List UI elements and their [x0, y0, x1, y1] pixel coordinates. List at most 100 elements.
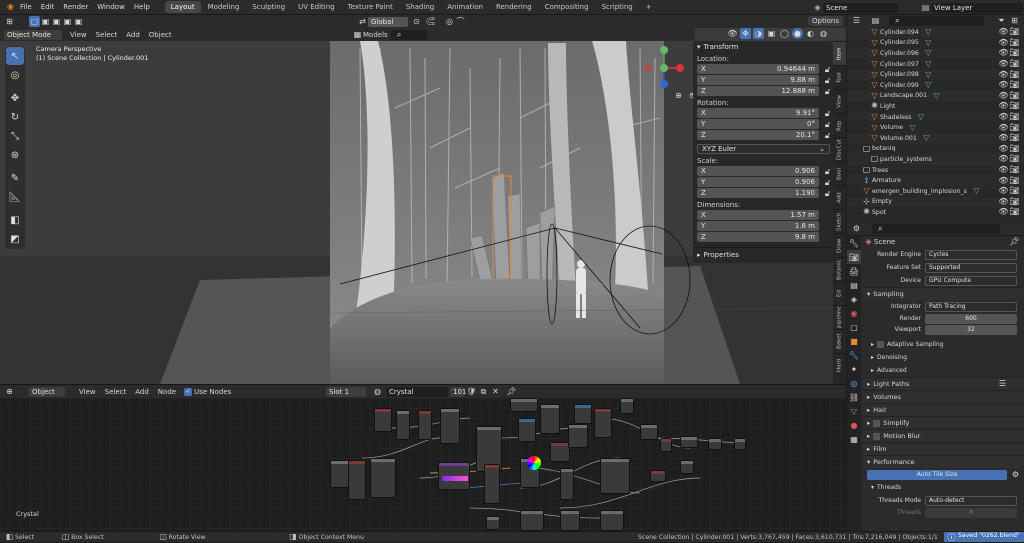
- performance-panel-header[interactable]: ▾ Performance: [863, 455, 1024, 468]
- visibility-eye-icon[interactable]: 👁︎: [998, 122, 1009, 133]
- adaptive-sampling-subpanel[interactable]: ▸ Adaptive Sampling: [863, 338, 1024, 351]
- mesh-data-icon[interactable]: ▽: [907, 122, 918, 133]
- visibility-eye-icon[interactable]: 👁︎: [998, 48, 1009, 59]
- render-visibility-icon[interactable]: 📷︎: [1009, 69, 1020, 80]
- select-invert-icon[interactable]: ▣: [62, 16, 73, 27]
- shader-node[interactable]: [734, 438, 746, 450]
- transform-header[interactable]: ▾ Transform: [693, 41, 833, 53]
- shader-node[interactable]: [440, 408, 460, 444]
- render-visibility-icon[interactable]: 📷︎: [1009, 165, 1020, 176]
- outliner-row[interactable]: ▽ Cylinder.095 ▽ 👁︎ 📷︎: [847, 38, 1024, 49]
- material-tab-icon[interactable]: ●: [847, 418, 861, 432]
- shader-node[interactable]: [550, 442, 570, 462]
- render-visibility-icon[interactable]: 📷︎: [1009, 59, 1020, 70]
- visibility-eye-icon[interactable]: 👁︎: [998, 207, 1009, 218]
- visibility-eye-icon[interactable]: 👁︎: [998, 80, 1009, 91]
- sidebar-tab-disccut[interactable]: DiscCut: [833, 137, 846, 161]
- shader-node[interactable]: [680, 460, 694, 474]
- tab-layout[interactable]: Layout: [164, 1, 201, 13]
- menu-edit[interactable]: Edit: [41, 3, 55, 11]
- location-y-field[interactable]: Y 9.88 m: [697, 75, 819, 85]
- volumes-panel[interactable]: ▸ Volumes: [863, 390, 1024, 403]
- duplicate-material-icon[interactable]: ⧉: [478, 386, 489, 397]
- checkbox-icon[interactable]: [873, 419, 881, 427]
- visibility-eye-icon[interactable]: 👁︎: [998, 143, 1009, 154]
- zoom-icon[interactable]: ⊕: [673, 90, 684, 101]
- render-visibility-icon[interactable]: 📷︎: [1009, 37, 1020, 48]
- rotation-y-field[interactable]: Y 0°: [697, 119, 819, 129]
- scale-y-field[interactable]: Y 0.906: [697, 177, 819, 187]
- editor-type-icon[interactable]: ⊞: [4, 16, 15, 27]
- render-visibility-icon[interactable]: 📷︎: [1009, 48, 1020, 59]
- texture-tab-icon[interactable]: ▦: [847, 432, 861, 446]
- unlink-material-icon[interactable]: ✕: [490, 386, 501, 397]
- sidebar-tab-draw[interactable]: Draw: [833, 233, 846, 257]
- properties-header[interactable]: ▸ Properties: [693, 247, 833, 259]
- sidebar-tab-bool[interactable]: Bool: [833, 161, 846, 185]
- outliner-row[interactable]: ▽ Volume.001 ▽ 👁︎ 📷︎: [847, 132, 1024, 144]
- properties-editor-icon[interactable]: ⚙: [851, 223, 862, 234]
- tab-compositing[interactable]: Compositing: [539, 1, 595, 13]
- mesh-data-icon[interactable]: ▽: [923, 37, 934, 48]
- menu-add[interactable]: Add: [135, 388, 149, 396]
- light-paths-panel[interactable]: ▸ Light Paths ☰: [863, 377, 1024, 390]
- mesh-data-icon[interactable]: ▽: [923, 59, 934, 70]
- feature-set-dropdown[interactable]: Supported: [925, 262, 1017, 273]
- visibility-eye-icon[interactable]: 👁︎: [998, 59, 1009, 70]
- shader-node[interactable]: [708, 438, 722, 450]
- tab-modeling[interactable]: Modeling: [202, 1, 246, 13]
- outliner-row[interactable]: ▽ Shadeless ▽ 👁︎ 📷︎: [847, 111, 1024, 123]
- output-tab-icon[interactable]: 🖨︎: [847, 264, 861, 278]
- world-tab-icon[interactable]: ◉: [847, 306, 861, 320]
- lock-icon[interactable]: 🔓︎: [822, 64, 833, 75]
- outliner-row[interactable]: ▽ Cylinder.094 ▽ 👁︎ 📷︎: [847, 27, 1024, 38]
- shader-node[interactable]: [620, 398, 634, 414]
- visibility-eye-icon[interactable]: 👁︎: [998, 196, 1009, 207]
- threads-field[interactable]: 8: [925, 507, 1017, 518]
- lock-icon[interactable]: 🔓︎: [822, 108, 833, 119]
- outliner-row[interactable]: ▽ Cylinder.098 ▽ 👁︎ 📷︎: [847, 69, 1024, 80]
- models-search-input[interactable]: ⌕: [390, 29, 427, 40]
- shader-node[interactable]: [418, 410, 432, 440]
- move-tool-icon[interactable]: ✥: [6, 89, 24, 107]
- physics-tab-icon[interactable]: ◎: [847, 376, 861, 390]
- menu-help[interactable]: Help: [134, 3, 150, 11]
- render-samples-field[interactable]: 600: [925, 313, 1017, 324]
- menu-object[interactable]: Object: [149, 31, 172, 39]
- render-visibility-icon[interactable]: 📷︎: [1009, 80, 1020, 91]
- select-intersect-icon[interactable]: ▣: [73, 16, 84, 27]
- shader-node[interactable]: [594, 408, 612, 438]
- render-visibility-icon[interactable]: 📷︎: [1009, 186, 1020, 197]
- menu-render[interactable]: Render: [63, 3, 88, 11]
- visibility-eye-icon[interactable]: 👁︎: [998, 165, 1009, 176]
- visibility-eye-icon[interactable]: 👁︎: [998, 69, 1009, 80]
- mesh-data-icon[interactable]: ▽: [923, 48, 934, 59]
- threads-mode-dropdown[interactable]: Auto-detect: [925, 495, 1017, 506]
- shader-type-dropdown[interactable]: Object: [29, 386, 65, 397]
- snap-icon[interactable]: 🧲︎: [425, 16, 436, 27]
- render-visibility-icon[interactable]: 📷︎: [1009, 101, 1020, 112]
- shader-node[interactable]: [540, 404, 560, 434]
- transform-tool-icon[interactable]: ⊛: [6, 146, 24, 164]
- lock-icon[interactable]: 🔓︎: [822, 188, 833, 199]
- mesh-data-icon[interactable]: ▽: [921, 133, 932, 144]
- dimensions-z-field[interactable]: Z 9.8 m: [697, 232, 819, 242]
- tab-scripting[interactable]: Scripting: [596, 1, 639, 13]
- sidebar-tab-botanic[interactable]: Botanic: [833, 257, 846, 281]
- tab-texture-paint[interactable]: Texture Paint: [342, 1, 399, 13]
- annotate-tool-icon[interactable]: ✎: [6, 169, 24, 187]
- measure-tool-icon[interactable]: 📐︎: [6, 188, 24, 206]
- shader-node[interactable]: [510, 398, 538, 412]
- outliner-row[interactable]: ▽emergen_building_implosion_s_41▽👁︎📷︎: [847, 186, 1024, 197]
- visibility-eye-icon[interactable]: 👁︎: [998, 37, 1009, 48]
- render-tab-icon[interactable]: 📷︎: [847, 250, 861, 264]
- outliner-row[interactable]: ▽ Cylinder.099 ▽ 👁︎ 📷︎: [847, 80, 1024, 91]
- data-tab-icon[interactable]: ▽: [847, 404, 861, 418]
- location-x-field[interactable]: X 0.94644 m: [697, 64, 819, 74]
- denoising-subpanel[interactable]: ▸ Denoising: [863, 351, 1024, 364]
- mesh-data-icon[interactable]: ▽: [971, 186, 982, 197]
- pin-icon[interactable]: 📌︎: [506, 386, 517, 397]
- select-tool-icon[interactable]: ↖: [6, 47, 24, 65]
- add-cube-tool-icon[interactable]: ◧: [6, 211, 24, 229]
- pin-icon[interactable]: 📌︎: [1009, 237, 1020, 248]
